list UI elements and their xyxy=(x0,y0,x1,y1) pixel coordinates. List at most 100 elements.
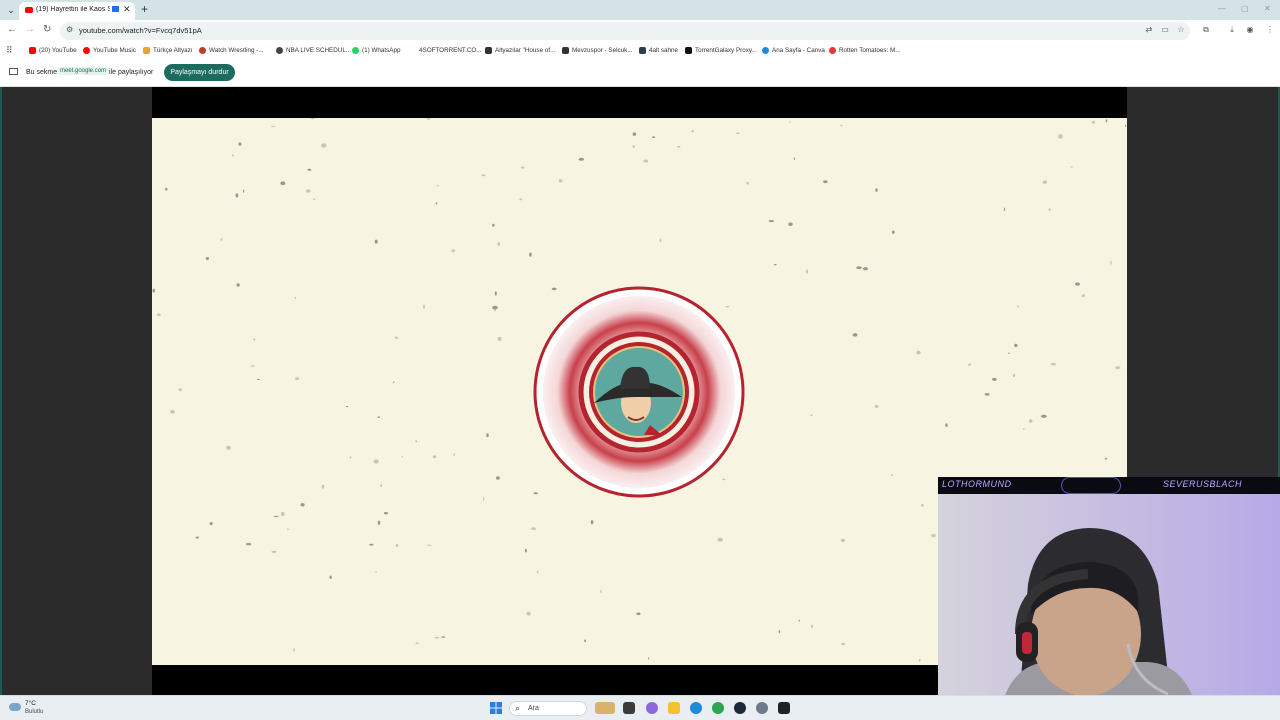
speckle xyxy=(798,619,801,622)
address-bar[interactable]: ⚙ youtube.com/watch?v=Fvcq7dv51pA xyxy=(60,22,1190,40)
weather-temperature[interactable]: 7°C xyxy=(25,700,36,707)
speckle xyxy=(349,456,352,459)
downloads-icon[interactable]: ⤓ xyxy=(1227,25,1237,35)
speckle xyxy=(862,267,869,271)
speckle xyxy=(307,168,312,171)
forward-icon[interactable]: → xyxy=(25,24,35,35)
speckle xyxy=(531,527,536,530)
bookmark-whatsapp[interactable]: (1) WhatsApp xyxy=(352,45,401,56)
sharing-domain: meet.google.com xyxy=(57,67,110,75)
cast-icon[interactable]: ▭ xyxy=(1160,25,1170,35)
speckle xyxy=(394,336,399,339)
bookmark-torrentgalaxy[interactable]: TorrentGalaxy Proxy... xyxy=(685,45,757,56)
url-text[interactable]: youtube.com/watch?v=Fvcq7dv51pA xyxy=(79,26,202,35)
bookmark-4alt-sahne[interactable]: 4alt sahne xyxy=(639,45,678,56)
bookmark-star-icon[interactable]: ☆ xyxy=(1176,25,1186,35)
minimize-icon[interactable]: — xyxy=(1218,4,1226,13)
speckle xyxy=(526,611,531,616)
speckle xyxy=(590,520,594,525)
speckle xyxy=(422,304,426,309)
speckle xyxy=(220,237,223,241)
subtitle-icon xyxy=(143,47,150,54)
speckle xyxy=(427,544,432,546)
speckle xyxy=(375,571,378,573)
speckle xyxy=(659,238,662,243)
task-view-icon[interactable] xyxy=(623,702,635,714)
tab-close-icon[interactable]: ✕ xyxy=(123,4,131,15)
bookmark-nba-schedule[interactable]: NBA LIVE SCHEDUL... xyxy=(276,45,351,56)
speckle xyxy=(1014,343,1018,348)
speckle xyxy=(209,522,213,526)
reload-icon[interactable]: ↻ xyxy=(43,24,51,35)
bookmark-youtube-music[interactable]: YouTube Music xyxy=(83,45,136,56)
tab-strip: ⌄ (19) Hayrettin ile Kaos Sho ✕ + — ▢ ✕ xyxy=(0,0,1280,20)
speckle xyxy=(891,230,895,234)
epic-games-icon[interactable] xyxy=(778,702,790,714)
close-window-icon[interactable]: ✕ xyxy=(1264,4,1271,13)
chrome-icon[interactable] xyxy=(712,702,724,714)
speckle xyxy=(1008,352,1010,354)
speckle xyxy=(395,543,399,547)
stop-sharing-button[interactable]: Paylaşmayı durdur xyxy=(164,64,235,81)
speckle xyxy=(823,180,828,184)
speckle xyxy=(238,142,242,146)
speckle xyxy=(967,363,972,366)
tab-title: (19) Hayrettin ile Kaos Sho xyxy=(36,6,110,13)
bookmark-youtube[interactable]: (20) YouTube xyxy=(29,45,77,56)
translate-icon[interactable]: ⇄ xyxy=(1144,25,1154,35)
back-icon[interactable]: ← xyxy=(7,24,17,35)
speckle xyxy=(305,189,311,193)
site-info-icon[interactable]: ⚙ xyxy=(66,25,73,34)
bookmark-watch-wrestling[interactable]: Watch Wrestling -... xyxy=(199,45,264,56)
speckle xyxy=(1050,362,1056,366)
globe-icon xyxy=(409,47,416,54)
steam-icon[interactable] xyxy=(734,702,746,714)
speckle xyxy=(1075,282,1080,286)
file-explorer-icon[interactable] xyxy=(668,702,680,714)
taskbar-search[interactable]: ⌕ Ara xyxy=(509,701,587,716)
new-tab-button[interactable]: + xyxy=(141,2,148,16)
speckle xyxy=(789,121,791,124)
edge-icon[interactable] xyxy=(690,702,702,714)
speckle xyxy=(600,590,602,593)
copilot-icon[interactable] xyxy=(646,702,658,714)
bookmark-canva[interactable]: Ana Sayfa - Canva xyxy=(762,45,825,56)
bookmark-mevzuspor[interactable]: Mevzuspor - Selcuk... xyxy=(562,45,633,56)
bookmark-altyazilar[interactable]: Altyazılar "House of... xyxy=(485,45,555,56)
speckle xyxy=(677,145,681,148)
speckle xyxy=(293,648,295,652)
menu-icon[interactable]: ⋮ xyxy=(1265,25,1275,35)
speckle xyxy=(415,642,419,645)
extensions-icon[interactable]: ⧉ xyxy=(1201,25,1211,35)
show-logo-emblem xyxy=(533,286,745,498)
speckle xyxy=(529,252,532,257)
bookmark-4softorrent[interactable]: 4SOFTORRENT.CO... xyxy=(409,45,482,56)
speckle xyxy=(321,143,327,148)
sharing-text-suffix: ile paylaşılıyor xyxy=(109,69,154,76)
cloud-icon[interactable] xyxy=(9,703,21,711)
maximize-icon[interactable]: ▢ xyxy=(1241,4,1249,13)
speckle xyxy=(840,538,846,542)
active-tab[interactable]: (19) Hayrettin ile Kaos Sho ✕ xyxy=(19,2,135,20)
speckle xyxy=(345,406,349,408)
speckle xyxy=(152,288,156,293)
speckle xyxy=(717,537,723,542)
bookmark-rotten-tomatoes[interactable]: Rotten Tomatoes: M... xyxy=(829,45,900,56)
bookmarks-bar: ⠿ (20) YouTube YouTube Music Türkçe Alty… xyxy=(0,42,1280,58)
casting-icon xyxy=(112,6,119,12)
widgets-icon[interactable] xyxy=(595,702,615,714)
speckle xyxy=(271,125,276,127)
tab-search-icon[interactable]: ⌄ xyxy=(4,3,18,17)
speckle xyxy=(496,476,500,480)
speckle xyxy=(380,484,383,488)
apps-grid-icon[interactable]: ⠿ xyxy=(6,45,13,56)
speckle xyxy=(294,296,297,300)
start-button[interactable] xyxy=(490,702,502,714)
speckle xyxy=(1092,120,1095,124)
weather-description[interactable]: Bulutlu xyxy=(25,709,43,715)
settings-icon[interactable] xyxy=(756,702,768,714)
profile-icon[interactable]: ◉ xyxy=(1245,25,1255,35)
bookmark-turkce-altyazi[interactable]: Türkçe Altyazı xyxy=(143,45,193,56)
speckle xyxy=(494,291,497,296)
speckle xyxy=(806,269,809,274)
